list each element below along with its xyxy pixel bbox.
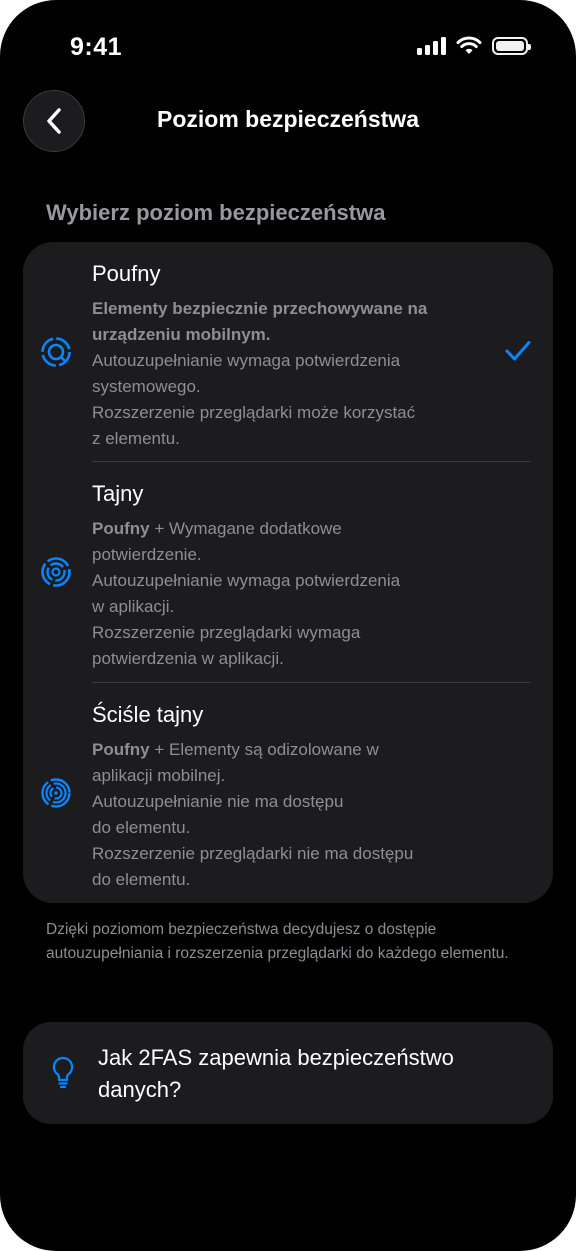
confidential-level-icon [41, 337, 71, 367]
option-desc-line: Elementy bezpiecznie przechowywane na [92, 299, 428, 318]
option-desc-line: Poufny + Wymagane dodatkowe [92, 519, 342, 538]
option-confidential[interactable]: Poufny Elementy bezpiecznie przechowywan… [23, 242, 553, 462]
option-desc-line: w aplikacji. [92, 597, 175, 616]
footnote: Dzięki poziomom bezpieczeństwa decydujes… [46, 921, 509, 962]
checkmark-icon [505, 341, 531, 361]
status-time: 9:41 [70, 33, 123, 61]
security-level-list: Poufny Elementy bezpiecznie przechowywan… [23, 242, 553, 903]
option-desc-line: Rozszerzenie przeglądarki nie ma dostępu [92, 844, 414, 863]
option-name: Poufny [92, 261, 161, 286]
option-desc-line: Rozszerzenie przeglądarki może korzystać [92, 403, 416, 422]
info-card-text: Jak 2FAS zapewnia bezpieczeństwo danych? [98, 1045, 454, 1102]
option-name: Ściśle tajny [92, 702, 204, 727]
option-secret[interactable]: Tajny Poufny + Wymagane dodatkowe potwie… [23, 462, 553, 682]
security-info-link[interactable]: Jak 2FAS zapewnia bezpieczeństwo danych? [23, 1022, 553, 1124]
option-desc-line: Autouzupełnianie nie ma dostępu [92, 792, 344, 811]
option-desc-line: potwierdzenia w aplikacji. [92, 649, 284, 668]
option-desc-line: do elementu. [92, 818, 191, 837]
battery-icon [492, 36, 531, 55]
status-icons [417, 36, 531, 55]
option-desc-line: do elementu. [92, 870, 191, 889]
option-desc-line: Autouzupełnianie wymaga potwierdzenia [92, 351, 401, 370]
option-desc-line: Rozszerzenie przeglądarki wymaga [92, 623, 361, 642]
option-top-secret[interactable]: Ściśle tajny Poufny + Elementy są odizol… [23, 683, 553, 903]
option-desc-line: systemowego. [92, 377, 201, 396]
option-desc-line: Poufny + Elementy są odizolowane w [92, 740, 379, 759]
section-title: Wybierz poziom bezpieczeństwa [46, 200, 386, 225]
cellular-signal-icon [417, 36, 446, 55]
phone-screen: 9:41 Poziom bezpieczeństwa Wybierz pozio… [0, 0, 576, 1251]
option-desc-line: z elementu. [92, 429, 180, 448]
page-title: Poziom bezpieczeństwa [156, 106, 419, 132]
option-desc-line: Autouzupełnianie wymaga potwierdzenia [92, 571, 401, 590]
lightbulb-icon [52, 1056, 74, 1089]
wifi-icon [456, 36, 482, 54]
option-desc-line: potwierdzenie. [92, 545, 202, 564]
option-desc-line: urządzeniu mobilnym. [92, 325, 271, 344]
top-secret-level-icon [41, 778, 71, 808]
secret-level-icon [41, 557, 71, 587]
option-desc-line: aplikacji mobilnej. [92, 766, 226, 785]
option-name: Tajny [92, 481, 144, 506]
